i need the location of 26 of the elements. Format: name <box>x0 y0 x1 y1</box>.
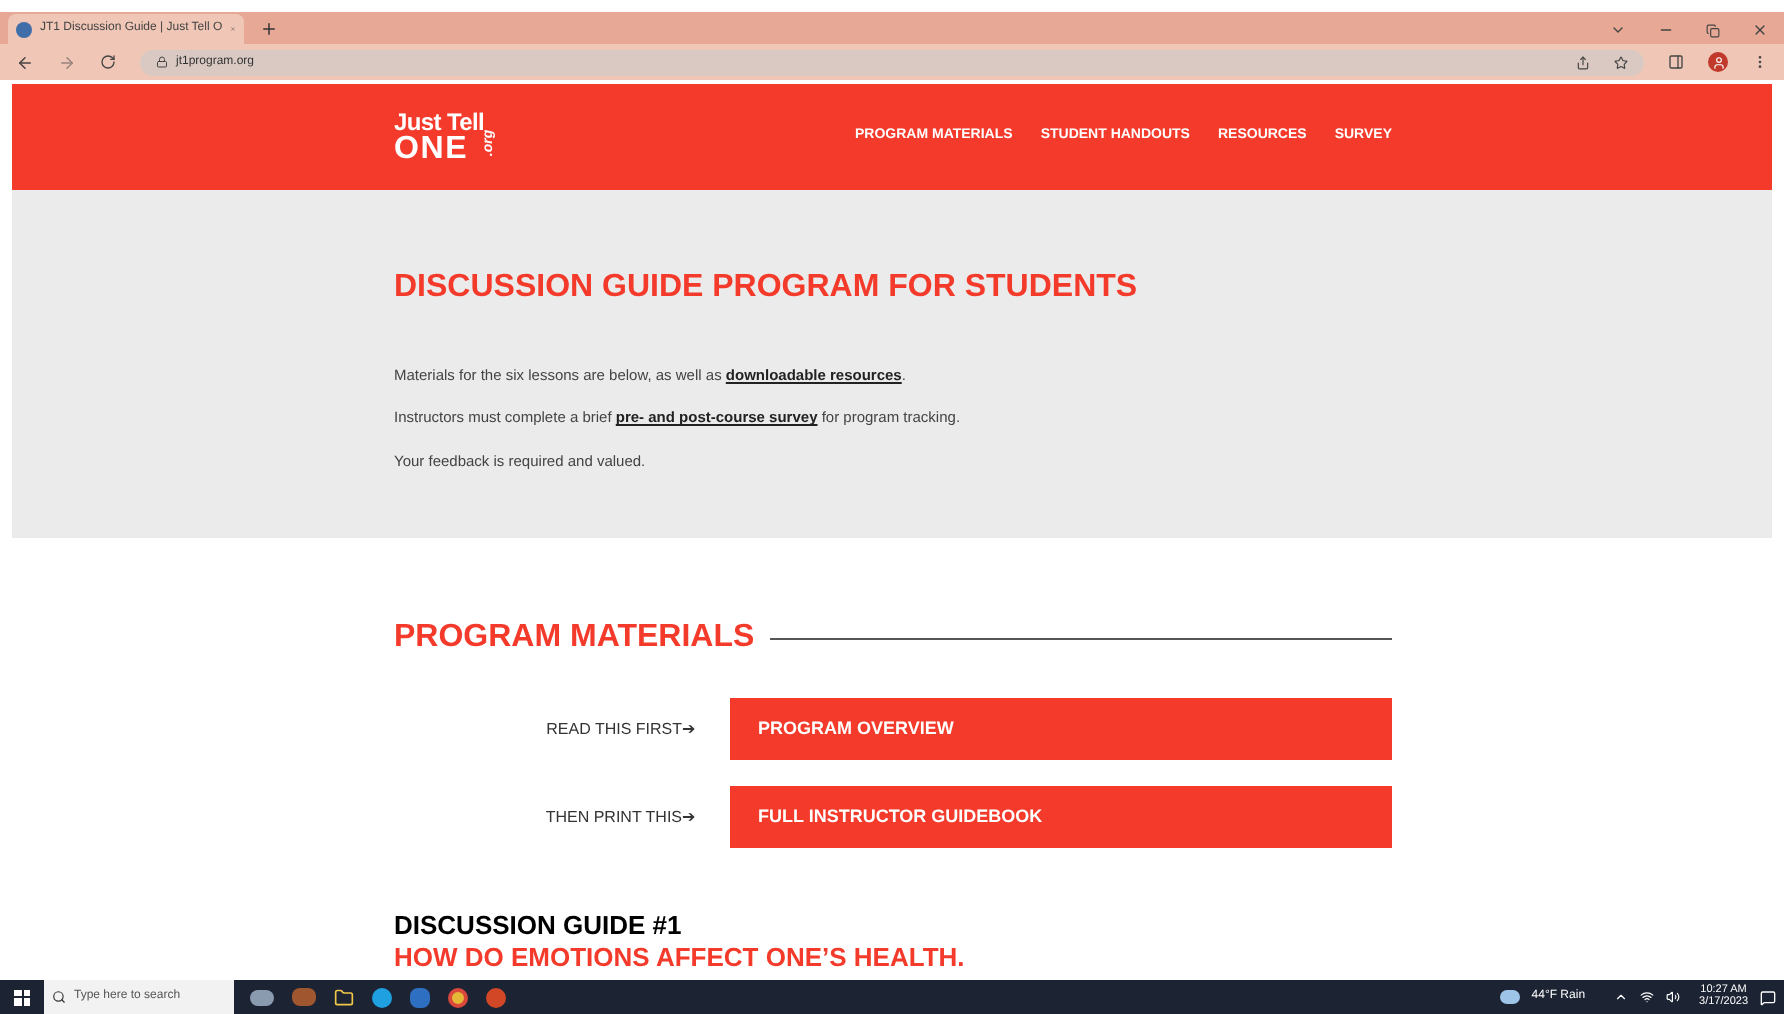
lock-icon <box>156 56 168 68</box>
network-icon[interactable] <box>1639 990 1654 1004</box>
page-title: DISCUSSION GUIDE PROGRAM FOR STUDENTS <box>394 268 1140 308</box>
material-button[interactable]: FULL INSTRUCTOR GUIDEBOOK <box>730 786 1392 848</box>
share-icon[interactable] <box>1576 55 1590 69</box>
guide-title: DISCUSSION GUIDE #1 <box>394 910 684 943</box>
profile-avatar[interactable] <box>1708 52 1728 72</box>
site-icon <box>16 21 32 37</box>
section-title: PROGRAM MATERIALS <box>394 618 755 658</box>
close-icon[interactable] <box>1752 22 1768 38</box>
material-button[interactable]: PROGRAM OVERVIEW <box>730 698 1392 760</box>
cloud-icon <box>1499 990 1520 1004</box>
step-label: READ THIS FIRST➔ <box>544 717 698 741</box>
chevron-icon[interactable] <box>1613 990 1628 1004</box>
folder-icon[interactable] <box>334 987 354 1007</box>
volume-icon[interactable] <box>1665 990 1680 1004</box>
search-icon <box>52 990 66 1004</box>
restore-icon[interactable] <box>1706 23 1720 37</box>
reload-icon[interactable] <box>100 54 116 70</box>
step-label: THEN PRINT THIS➔ <box>543 805 698 829</box>
new-tab-icon[interactable] <box>260 20 278 38</box>
star-icon[interactable] <box>1614 55 1628 69</box>
side-panel-icon[interactable] <box>1668 54 1684 70</box>
guide-subtitle: HOW DO EMOTIONS AFFECT ONE’S HEALTH. <box>394 942 967 975</box>
back-icon[interactable] <box>16 53 34 71</box>
notifications-icon[interactable] <box>1760 989 1776 1005</box>
